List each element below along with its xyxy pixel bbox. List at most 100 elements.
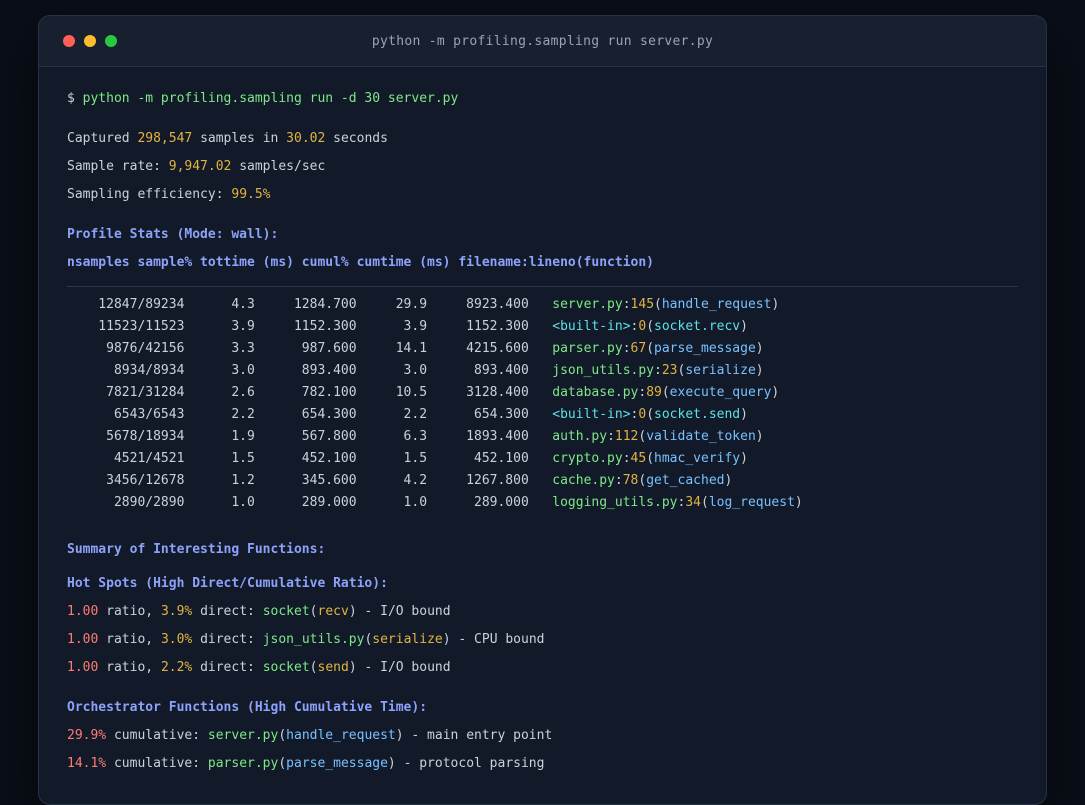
code-segment: 89 <box>646 385 662 400</box>
code-segment: $ <box>67 91 83 106</box>
code-segment: handle_request <box>661 297 772 312</box>
code-segment: ratio, <box>98 632 161 647</box>
code-segment: 1.00 <box>67 604 99 619</box>
hot-spot-line: 1.00 ratio, 3.0% direct: json_utils.py(s… <box>67 626 1018 654</box>
code-segment: 3.0% <box>160 632 193 647</box>
code-segment: ( <box>661 385 670 400</box>
code-segment: python -m profiling.sampling run -d 30 s… <box>82 91 459 106</box>
code-segment: : <box>622 451 631 466</box>
titlebar: python -m profiling.sampling run server.… <box>39 16 1046 67</box>
code-segment: socket <box>262 660 310 675</box>
code-segment: 2.2% <box>160 660 193 675</box>
code-segment: parse_message <box>286 756 388 771</box>
code-segment: 14.1% <box>67 756 107 771</box>
code-segment: handle_request <box>286 728 396 743</box>
code-segment: : <box>654 363 662 378</box>
code-segment: 8934/8934 3.0 893.400 3.0 893.400 <box>67 363 553 378</box>
code-segment: - protocol parsing <box>395 756 545 771</box>
code-segment: cumulative: <box>106 756 208 771</box>
code-segment: parser.py <box>207 756 279 771</box>
orchestrator-line: 14.1% cumulative: parser.py(parse_messag… <box>67 750 1018 778</box>
code-segment: ratio, <box>98 660 161 675</box>
code-segment: 29.9% <box>67 728 107 743</box>
table-row: 2890/2890 1.0 289.000 1.0 289.000 loggin… <box>67 492 1018 514</box>
code-segment: 112 <box>614 429 639 444</box>
capture-stat-line: Captured 298,547 samples in 30.02 second… <box>67 125 1018 153</box>
code-segment: Summary of Interesting Functions: <box>67 542 326 557</box>
capture-stat-line: Sample rate: 9,947.02 samples/sec <box>67 153 1018 181</box>
code-segment: ) <box>387 756 396 771</box>
table-row: 4521/4521 1.5 452.100 1.5 452.100 crypto… <box>67 448 1018 470</box>
code-segment: json_utils.py <box>262 632 365 647</box>
table-row: 11523/11523 3.9 1152.300 3.9 1152.300 <b… <box>67 316 1018 338</box>
hot-spot-line: 1.00 ratio, 3.9% direct: socket(recv) - … <box>67 598 1018 626</box>
code-segment: 6543/6543 2.2 654.300 2.2 654.300 <box>67 407 553 422</box>
window-title: python -m profiling.sampling run server.… <box>371 33 714 49</box>
code-segment: ) <box>348 660 357 675</box>
table-row: 7821/31284 2.6 782.100 10.5 3128.400 dat… <box>67 382 1018 404</box>
code-segment: ( <box>654 297 662 312</box>
orchestrator-line: Orchestrator Functions (High Cumulative … <box>67 694 1018 722</box>
code-segment: : <box>638 385 647 400</box>
traffic-lights <box>39 35 117 47</box>
code-segment: logging_utils.py <box>552 495 678 510</box>
code-segment: ) <box>740 319 748 334</box>
code-segment: database.py <box>552 385 639 400</box>
code-segment: 12847/89234 4.3 1284.700 29.9 8923.400 <box>67 297 553 312</box>
code-segment: cumulative: <box>106 728 208 743</box>
code-segment: 9876/42156 3.3 987.600 14.1 4215.600 <box>67 341 553 356</box>
code-segment: serialize <box>685 363 756 378</box>
code-segment: <built-in> <box>552 319 631 334</box>
code-segment: 30.02 <box>286 131 326 146</box>
capture-stat-line: Sampling efficiency: 99.5% <box>67 181 1018 209</box>
zoom-button[interactable] <box>105 35 117 47</box>
terminal-window: python -m profiling.sampling run server.… <box>38 15 1047 805</box>
code-segment: - main entry point <box>403 728 553 743</box>
code-segment: ) <box>771 385 780 400</box>
close-button[interactable] <box>63 35 75 47</box>
code-segment: ) <box>442 632 451 647</box>
code-segment: 23 <box>661 363 678 378</box>
minimize-button[interactable] <box>84 35 96 47</box>
code-segment: parse_message <box>654 341 756 356</box>
orchestrator-section: Orchestrator Functions (High Cumulative … <box>67 694 1018 778</box>
code-segment: Hot Spots (High Direct/Cumulative Ratio)… <box>67 576 388 591</box>
table-row: 9876/42156 3.3 987.600 14.1 4215.600 par… <box>67 338 1018 360</box>
code-segment: 11523/11523 3.9 1152.300 3.9 1152.300 <box>67 319 553 334</box>
code-segment: ) <box>755 429 764 444</box>
code-segment: 78 <box>622 473 639 488</box>
code-segment: 34 <box>685 495 701 510</box>
code-segment: samples/sec <box>231 159 326 174</box>
code-segment: auth.py <box>552 429 608 444</box>
code-segment: server.py <box>207 728 279 743</box>
code-segment: - I/O bound <box>356 604 451 619</box>
code-segment: validate_token <box>646 429 756 444</box>
code-segment: ( <box>646 407 655 422</box>
code-segment: ( <box>700 495 709 510</box>
summary-heading-section: Summary of Interesting Functions: <box>67 536 1018 564</box>
code-segment: log_request <box>708 495 795 510</box>
code-segment: server.py <box>552 297 623 312</box>
code-segment: 5678/18934 1.9 567.800 6.3 1893.400 <box>67 429 553 444</box>
profile-heading-line: Profile Stats (Mode: wall): <box>67 221 1018 249</box>
code-segment: 4521/4521 1.5 452.100 1.5 452.100 <box>67 451 553 466</box>
code-segment: send <box>317 660 349 675</box>
table-row: 5678/18934 1.9 567.800 6.3 1893.400 auth… <box>67 426 1018 448</box>
code-segment: ) <box>771 297 780 312</box>
hot-spot-line: 1.00 ratio, 2.2% direct: socket(send) - … <box>67 654 1018 682</box>
code-segment: 3.9% <box>160 604 193 619</box>
capture-stats-section: Captured 298,547 samples in 30.02 second… <box>67 125 1018 209</box>
code-segment: recv <box>317 604 349 619</box>
code-segment: <built-in> <box>552 407 631 422</box>
code-segment: Sampling efficiency: <box>67 187 232 202</box>
code-segment: : <box>607 429 615 444</box>
table-row: 6543/6543 2.2 654.300 2.2 654.300 <built… <box>67 404 1018 426</box>
command-line: $ python -m profiling.sampling run -d 30… <box>67 85 1018 113</box>
code-segment: ratio, <box>98 604 161 619</box>
code-segment: - I/O bound <box>356 660 451 675</box>
code-segment: hmac_verify <box>654 451 741 466</box>
code-segment: ) <box>755 341 764 356</box>
code-segment: 1.00 <box>67 632 99 647</box>
code-segment: 9,947.02 <box>168 159 232 174</box>
orchestrator-line: 29.9% cumulative: server.py(handle_reque… <box>67 722 1018 750</box>
